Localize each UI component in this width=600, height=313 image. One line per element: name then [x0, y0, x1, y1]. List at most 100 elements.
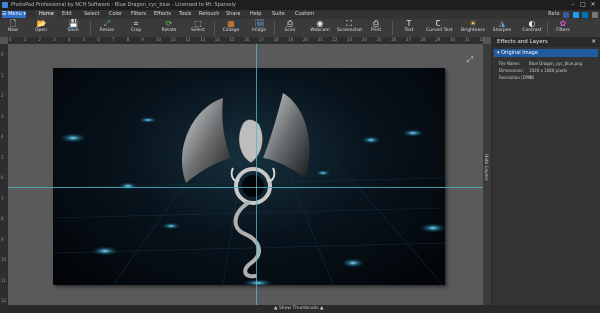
- resize-button[interactable]: ⤢ Resize: [95, 20, 119, 36]
- menu-color[interactable]: Color: [109, 10, 122, 19]
- scan-button[interactable]: ⎙ Scan: [278, 20, 302, 36]
- ruler-top-tick: 31: [464, 37, 470, 42]
- close-button[interactable]: ✕: [588, 1, 598, 9]
- collage-button[interactable]: ▦ Collage: [219, 20, 243, 36]
- menubar-right: Beta: [546, 10, 598, 19]
- horizontal-guide-line[interactable]: [8, 187, 483, 188]
- facebook-icon[interactable]: [563, 11, 570, 18]
- menu-effects[interactable]: Effects: [154, 10, 171, 19]
- text-icon: T: [406, 19, 412, 28]
- app-icon: [2, 2, 8, 8]
- ruler-top-tick: 25: [376, 37, 382, 42]
- hide-layers-tab[interactable]: Hide Layers: [483, 44, 491, 305]
- ribbon-toolbar: 🗋 New 📂 Open 💾 Save ⤢ Resize ⌗ Crop ⟳ Rotate ⬚…: [0, 19, 600, 38]
- section-label: ▾ Original Image: [497, 50, 538, 56]
- webcam-button[interactable]: ◉ Webcam: [308, 20, 332, 36]
- menu-retouch[interactable]: Retouch: [199, 10, 219, 19]
- canvas-area[interactable]: ⤢: [8, 44, 483, 305]
- print-button[interactable]: ⎙ Print: [364, 20, 388, 36]
- menu-bar: ☰ Menu ▾ Home Edit Select Color Filters …: [0, 10, 600, 19]
- menu-filters[interactable]: Filters: [131, 10, 146, 19]
- show-thumbnails-button[interactable]: ▲ Show Thumbnails ▲: [274, 305, 324, 313]
- ruler-top-tick: 0: [9, 37, 12, 42]
- menu-select[interactable]: Select: [84, 10, 99, 19]
- menu-share[interactable]: Share: [226, 10, 240, 19]
- ruler-top-tick: 26: [391, 37, 397, 42]
- contrast-icon: ◐: [528, 19, 536, 28]
- crop-button[interactable]: ⌗ Crop: [124, 20, 148, 36]
- webcam-icon: ◉: [316, 19, 324, 28]
- hide-layers-label: Hide Layers: [483, 154, 488, 181]
- ruler-top-tick: 30: [450, 37, 456, 42]
- ruler-top-tick: 12: [185, 37, 191, 42]
- image-button[interactable]: 🖼 Image: [247, 20, 271, 36]
- menu-home[interactable]: Home: [36, 10, 57, 19]
- info-row-file-name: File Name: Blue Dragon_cyc_blue.png: [499, 61, 583, 66]
- ruler-top-tick: 7: [111, 37, 115, 42]
- open-icon: 📂: [36, 19, 47, 28]
- ruler-top-tick: 14: [214, 37, 220, 42]
- menu-tools[interactable]: Tools: [179, 10, 191, 19]
- save-button[interactable]: 💾 Save: [61, 20, 85, 36]
- new-icon: 🗋: [9, 19, 17, 28]
- crop-icon: ⌗: [133, 19, 139, 28]
- main-menu-button[interactable]: ☰ Menu ▾: [2, 11, 26, 18]
- window-title: PhotoPad Professional by NCH Software - …: [11, 2, 236, 8]
- menu-edit[interactable]: Edit: [62, 10, 72, 19]
- ruler-top-tick: 21: [317, 37, 323, 42]
- help-icon[interactable]: [592, 11, 598, 18]
- panel-header: Effects and Layers ✕: [492, 37, 600, 47]
- ruler-left-tick: 0: [1, 52, 4, 57]
- ruler-top-tick: 13: [200, 37, 206, 42]
- beta-label: Beta: [548, 11, 560, 17]
- ruler-top: 0 1 2 3 4 5 6 7 8 9 10 11 12 13 14 15 16 17 18 19 20 21 22 23 24…: [8, 37, 485, 44]
- collage-icon: ▦: [227, 19, 235, 28]
- workspace: 0 1 2 3 4 5 6 7 8 9 10 11 12 13 14 15 16 17 18 19 20 21 22 23 24…: [0, 37, 491, 305]
- twitter-icon[interactable]: [572, 11, 579, 18]
- curved-text-button[interactable]: Ꞇ Curved Text: [426, 19, 453, 36]
- ruler-left-tick: 2: [1, 93, 4, 98]
- ruler-top-tick: 32: [479, 37, 485, 42]
- menu-custom[interactable]: Custom: [295, 10, 314, 19]
- select-button[interactable]: ⬚ Select: [186, 20, 210, 36]
- vertical-guide-line[interactable]: [256, 44, 257, 305]
- toolbar-separator: [90, 21, 91, 35]
- ruler-top-tick: 17: [258, 37, 264, 42]
- ruler-top-tick: 24: [361, 37, 367, 42]
- text-button[interactable]: T Text: [397, 20, 421, 36]
- rotate-button[interactable]: ⟳ Rotate: [157, 20, 181, 36]
- brightness-button[interactable]: ☀ Brightness: [461, 20, 485, 36]
- original-image-section[interactable]: ▾ Original Image: [494, 49, 598, 57]
- info-row-resolution: Resolution (DPI):96: [499, 75, 535, 80]
- select-icon: ⬚: [194, 19, 202, 28]
- minimize-button[interactable]: –: [568, 1, 578, 9]
- fit-to-window-icon[interactable]: ⤢: [467, 55, 473, 65]
- ruler-left-tick: 8: [1, 216, 4, 221]
- panel-close-icon[interactable]: ✕: [591, 37, 596, 47]
- curved-text-icon: Ꞇ: [435, 19, 441, 28]
- ruler-top-tick: 9: [141, 37, 144, 42]
- menu-suite[interactable]: Suite: [272, 10, 285, 19]
- ruler-top-tick: 20: [303, 37, 309, 42]
- panel-title: Effects and Layers: [497, 39, 548, 45]
- sharpen-button[interactable]: ◮ Sharpen: [490, 20, 514, 36]
- toolbar-separator: [214, 21, 215, 35]
- ruler-left-tick: 5: [1, 154, 4, 160]
- ruler-top-tick: 22: [332, 37, 338, 42]
- save-icon: 💾: [68, 19, 79, 28]
- ruler-left-tick: 6: [1, 175, 4, 180]
- linkedin-icon[interactable]: [582, 11, 589, 18]
- image-canvas[interactable]: [53, 68, 445, 285]
- ruler-left-tick: 1: [1, 72, 4, 78]
- contrast-button[interactable]: ◐ Contrast: [520, 20, 544, 36]
- ruler-left-tick: 3: [1, 113, 4, 119]
- ruler-top-tick: 8: [126, 37, 130, 42]
- open-button[interactable]: 📂 Open: [29, 20, 53, 36]
- maximize-button[interactable]: □: [578, 1, 588, 9]
- screenshot-button[interactable]: ⛶ Screenshot: [337, 20, 362, 36]
- ruler-top-tick: 6: [97, 37, 100, 42]
- filters-button[interactable]: ✿ Filters: [551, 20, 575, 36]
- effects-layers-panel: Effects and Layers ✕ ▾ Original Image Fi…: [492, 37, 600, 305]
- new-button[interactable]: 🗋 New: [1, 20, 25, 36]
- menu-help[interactable]: Help: [250, 10, 261, 19]
